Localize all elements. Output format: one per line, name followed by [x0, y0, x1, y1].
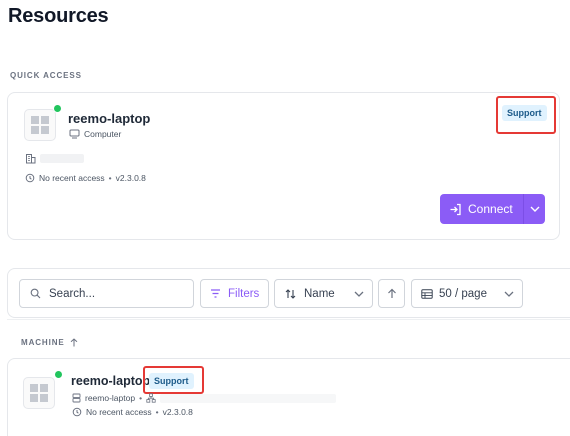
chevron-down-icon	[530, 206, 539, 212]
chevron-down-icon	[504, 291, 514, 297]
support-badge: Support	[502, 105, 547, 121]
sort-label: Name	[304, 287, 335, 300]
last-access-text: No recent access	[86, 407, 152, 417]
separator-dot: •	[139, 393, 143, 403]
machine-host-info: reemo-laptop •	[72, 393, 337, 403]
chevron-down-icon	[354, 291, 364, 297]
quick-access-label: QUICK ACCESS	[10, 71, 82, 80]
windows-icon	[23, 377, 55, 409]
network-icon	[146, 393, 156, 403]
machine-name[interactable]: reemo-laptop	[71, 374, 150, 388]
online-status-dot	[53, 104, 62, 113]
resource-name[interactable]: reemo-laptop	[68, 111, 150, 126]
search-icon	[30, 288, 41, 299]
machine-header-label: MACHINE	[21, 338, 65, 347]
resource-type-label: Computer	[84, 129, 122, 139]
sort-select[interactable]: Name	[274, 279, 373, 308]
machine-column-header[interactable]: MACHINE	[21, 338, 78, 347]
page-size-select[interactable]: 50 / page	[411, 279, 523, 308]
machine-host: reemo-laptop	[85, 393, 136, 403]
machine-access-info: No recent access • v2.3.0.8	[72, 407, 193, 417]
connect-button[interactable]: Connect	[440, 194, 545, 224]
redacted-text	[160, 393, 337, 403]
redacted-text	[40, 154, 84, 163]
building-icon	[26, 154, 36, 164]
connect-dropdown-toggle[interactable]	[524, 194, 545, 224]
sort-arrows-icon	[285, 288, 296, 299]
connect-label: Connect	[468, 202, 513, 216]
history-icon	[72, 407, 82, 417]
search-field[interactable]	[19, 279, 194, 308]
page-title: Resources	[8, 5, 109, 27]
windows-icon	[24, 109, 56, 141]
version-text: v2.3.0.8	[162, 407, 193, 417]
filters-label: Filters	[228, 287, 260, 300]
connect-main-button[interactable]: Connect	[440, 194, 523, 224]
computer-icon	[69, 129, 80, 139]
divider	[7, 319, 570, 320]
last-access-text: No recent access	[39, 173, 105, 183]
arrow-up-icon	[70, 338, 77, 347]
separator-dot: •	[108, 173, 112, 183]
online-status-dot	[54, 370, 63, 379]
table-icon	[421, 288, 433, 299]
search-input[interactable]	[49, 287, 179, 300]
resource-location	[25, 153, 84, 164]
version-text: v2.3.0.8	[115, 173, 146, 183]
sort-direction-button[interactable]	[378, 279, 405, 308]
page-size-label: 50 / page	[439, 287, 487, 300]
history-icon	[25, 173, 35, 183]
resource-type: Computer	[69, 129, 121, 139]
resource-access-info: No recent access • v2.3.0.8	[25, 173, 146, 183]
filter-icon	[211, 289, 220, 298]
arrow-up-icon	[387, 288, 396, 298]
login-icon	[450, 203, 461, 215]
separator-dot: •	[155, 407, 159, 417]
server-icon	[72, 393, 81, 403]
support-badge: Support	[149, 373, 194, 389]
filters-button[interactable]: Filters	[200, 279, 269, 308]
